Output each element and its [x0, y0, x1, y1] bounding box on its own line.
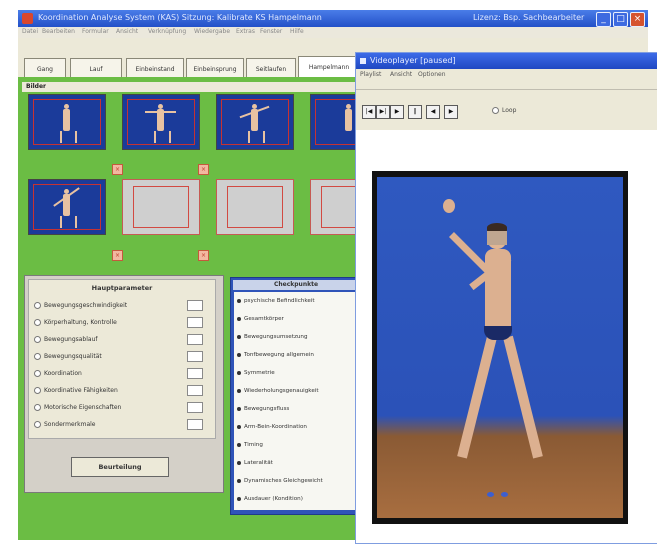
param-radio-7[interactable]: Motorische Eigenschaften [34, 404, 121, 411]
param-value-2[interactable] [187, 317, 203, 328]
checkpunkt-item[interactable]: Timing [237, 442, 263, 448]
window-title: Koordination Analyse System (KAS) Sitzun… [38, 13, 322, 22]
checkpunkt-item[interactable]: Gesamtkörper [237, 316, 284, 322]
checkpunkt-item[interactable]: Ausdauer (Kondition) [237, 496, 303, 502]
hauptparameter-panel: Hauptparameter Bewegungsgeschwindigkeit … [24, 275, 224, 493]
param-value-3[interactable] [187, 334, 203, 345]
param-value-4[interactable] [187, 351, 203, 362]
delete-thumbnail-6-icon[interactable]: × [198, 250, 209, 261]
titlebar-user: Lizenz: Bsp. Sachbearbeiter [473, 13, 585, 22]
menu-ansicht[interactable]: Ansicht [116, 28, 138, 35]
video-frame [372, 171, 628, 524]
thumbnail-2[interactable] [122, 94, 200, 150]
videoplayer-toolbar: |◀ ▶| ▶ ‖ ◀ ▶ Loop [356, 90, 657, 130]
skip-back-icon[interactable]: |◀ [362, 105, 376, 119]
checkpunkt-item[interactable]: psychische Befindlichkeit [237, 298, 315, 304]
menu-formular[interactable]: Formular [82, 28, 109, 35]
tab-seitlaufen[interactable]: Seitlaufen [246, 58, 296, 77]
param-value-1[interactable] [187, 300, 203, 311]
checkpunkt-item[interactable]: Bewegungsumsetzung [237, 334, 308, 340]
param-radio-5[interactable]: Koordination [34, 370, 82, 377]
param-radio-8[interactable]: Sondermerkmale [34, 421, 96, 428]
skip-forward-icon[interactable]: ▶| [376, 105, 390, 119]
menu-optionen[interactable]: Optionen [418, 71, 446, 78]
menu-hilfe[interactable]: Hilfe [290, 28, 304, 35]
menu-playlist[interactable]: Playlist [360, 71, 381, 78]
beurteilung-button[interactable]: Beurteilung [71, 457, 169, 477]
menu-fenster[interactable]: Fenster [260, 28, 282, 35]
maximize-button[interactable]: □ [613, 12, 628, 27]
app-icon [22, 13, 33, 24]
menu-bearbeiten[interactable]: Bearbeiten [42, 28, 75, 35]
param-value-6[interactable] [187, 385, 203, 396]
video-image [377, 177, 623, 518]
minimize-button[interactable]: _ [596, 12, 611, 27]
menu-ansicht[interactable]: Ansicht [390, 71, 412, 78]
param-radio-4[interactable]: Bewegungsqualität [34, 353, 102, 360]
param-value-8[interactable] [187, 419, 203, 430]
param-radio-1[interactable]: Bewegungsgeschwindigkeit [34, 302, 127, 309]
menu-extras[interactable]: Extras [236, 28, 255, 35]
tab-einbeinsprung[interactable]: Einbeinsprung [186, 58, 244, 77]
tab-gang[interactable]: Gang [24, 58, 66, 77]
thumbnail-1[interactable] [28, 94, 106, 150]
pause-icon[interactable]: ‖ [408, 105, 422, 119]
checkpunkte-panel: Checkpunkte psychische Befindlichkeit Ge… [230, 277, 362, 515]
delete-thumbnail-1-icon[interactable]: × [112, 164, 123, 175]
checkpunkt-item[interactable]: Arm-Bein-Koordination [237, 424, 307, 430]
menu-wiedergabe[interactable]: Wiedergabe [194, 28, 230, 35]
videoplayer-titlebar[interactable]: Videoplayer [paused] [356, 53, 657, 69]
videoplayer-title: Videoplayer [paused] [370, 56, 456, 65]
videoplayer-menubar: Playlist Ansicht Optionen [356, 69, 657, 90]
step-back-icon[interactable]: ◀ [426, 105, 440, 119]
param-radio-3[interactable]: Bewegungsablauf [34, 336, 98, 343]
thumbnail-3[interactable] [216, 94, 294, 150]
checkpunkte-list: psychische Befindlichkeit Gesamtkörper B… [234, 292, 358, 510]
menu-datei[interactable]: Datei [22, 28, 38, 35]
tab-lauf[interactable]: Lauf [70, 58, 122, 77]
checkpunkt-item[interactable]: Symmetrie [237, 370, 275, 376]
thumbnail-slot-7[interactable] [216, 179, 294, 235]
checkpunkt-item[interactable]: Bewegungsfluss [237, 406, 289, 412]
param-radio-2[interactable]: Körperhaltung, Kontrolle [34, 319, 117, 326]
checkpunkte-title: Checkpunkte [233, 280, 359, 290]
videoplayer-window: Videoplayer [paused] Playlist Ansicht Op… [355, 52, 657, 544]
param-value-5[interactable] [187, 368, 203, 379]
blurred-face [487, 231, 507, 245]
loop-checkbox[interactable]: Loop [492, 107, 516, 114]
checkpunkt-item[interactable]: Lateralität [237, 460, 273, 466]
thumbnail-slot-6[interactable] [122, 179, 200, 235]
close-button[interactable]: × [630, 12, 645, 27]
param-radio-6[interactable]: Koordinative Fähigkeiten [34, 387, 118, 394]
system-menu-icon[interactable] [360, 58, 366, 64]
delete-thumbnail-5-icon[interactable]: × [112, 250, 123, 261]
thumbnail-5[interactable] [28, 179, 106, 235]
tab-einbeinstand[interactable]: Einbeinstand [126, 58, 184, 77]
hauptparameter-title: Hauptparameter [91, 284, 153, 292]
main-titlebar[interactable]: Koordination Analyse System (KAS) Sitzun… [18, 10, 648, 27]
delete-thumbnail-2-icon[interactable]: × [198, 164, 209, 175]
checkpunkt-item[interactable]: Wiederholungsgenauigkeit [237, 388, 319, 394]
step-forward-icon[interactable]: ▶ [444, 105, 458, 119]
checkpunkt-item[interactable]: Tonfbewegung allgemein [237, 352, 314, 358]
bilder-header: Bilder [22, 82, 366, 92]
param-value-7[interactable] [187, 402, 203, 413]
menu-verknuepfung[interactable]: Verknüpfung [148, 28, 186, 35]
play-icon[interactable]: ▶ [390, 105, 404, 119]
loop-checkbox-box [492, 107, 499, 114]
checkpunkt-item[interactable]: Dynamisches Gleichgewicht [237, 478, 323, 484]
tab-hampelmann[interactable]: Hampelmann [298, 56, 360, 78]
